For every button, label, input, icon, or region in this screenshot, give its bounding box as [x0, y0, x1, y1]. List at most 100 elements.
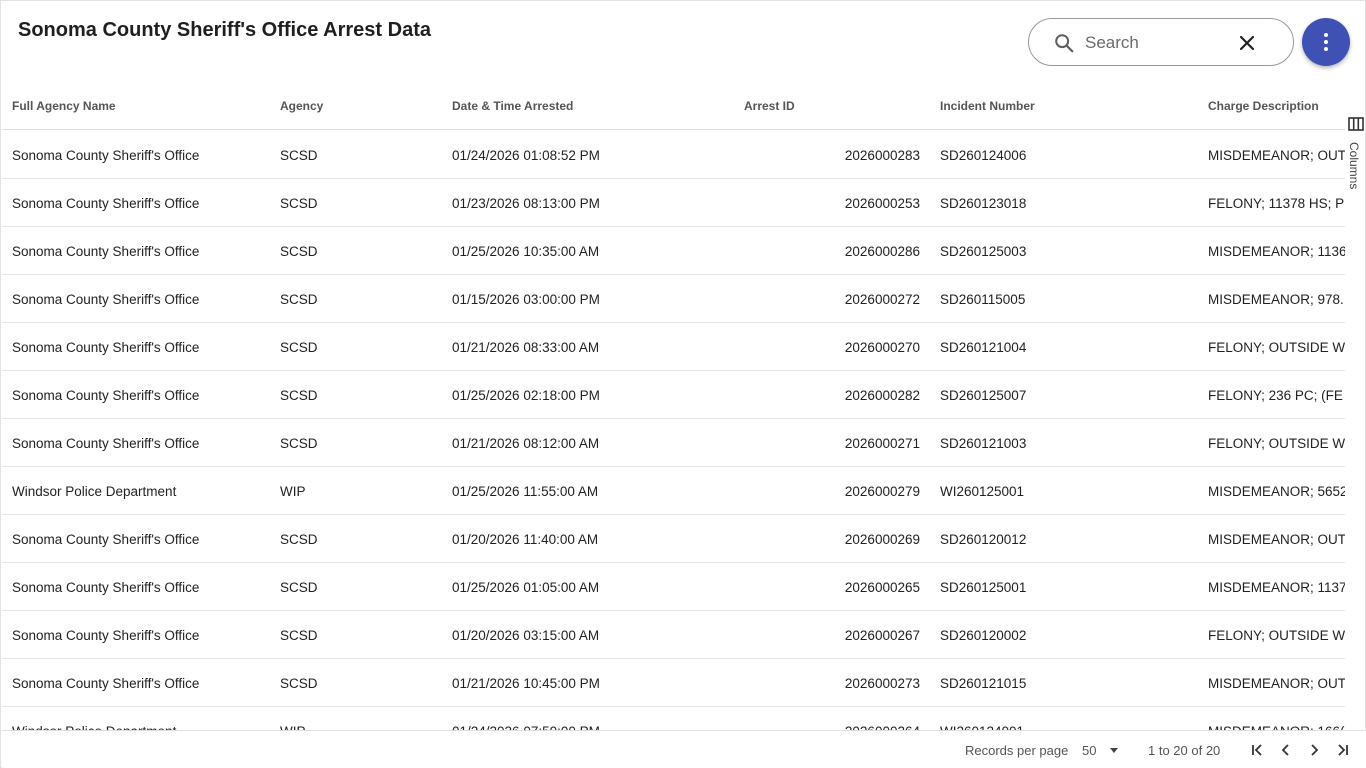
- cell-full-agency-name: Sonoma County Sheriff's Office: [12, 580, 200, 595]
- table-row[interactable]: Sonoma County Sheriff's Office SCSD 01/24/…: [2, 131, 1345, 179]
- search-input[interactable]: [1085, 31, 1225, 55]
- cell-incident-number: SD260123018: [940, 196, 1027, 211]
- cell-agency: SCSD: [280, 676, 318, 691]
- cell-charge-description: FELONY; 11378 HS; P: [1208, 196, 1345, 211]
- cell-arrest-id: 2026000273: [844, 676, 920, 691]
- column-header-charge-description[interactable]: Charge Description: [1208, 99, 1319, 113]
- cell-date-time-arrested: 01/21/2026 08:12:00 AM: [452, 436, 600, 451]
- cell-arrest-id: 2026000271: [844, 436, 920, 451]
- cell-arrest-id: 2026000282: [844, 388, 920, 403]
- cell-agency: SCSD: [280, 292, 318, 307]
- column-header-arrest-id[interactable]: Arrest ID: [744, 99, 795, 113]
- cell-date-time-arrested: 01/24/2026 01:08:52 PM: [452, 148, 600, 163]
- table-row[interactable]: Sonoma County Sheriff's Office SCSD 01/23/…: [2, 179, 1345, 227]
- column-header-incident-number[interactable]: Incident Number: [940, 99, 1035, 113]
- table-row[interactable]: Sonoma County Sheriff's Office SCSD 01/21/…: [2, 323, 1345, 371]
- cell-date-time-arrested: 01/15/2026 03:00:00 PM: [452, 292, 600, 307]
- first-page-icon[interactable]: [1249, 741, 1267, 759]
- page-title: Sonoma County Sheriff's Office Arrest Da…: [18, 19, 431, 41]
- cell-agency: SCSD: [280, 148, 318, 163]
- cell-date-time-arrested: 01/20/2026 11:40:00 AM: [452, 532, 599, 547]
- cell-charge-description: MISDEMEANOR; 1136: [1208, 244, 1345, 259]
- more-vert-icon-dot: [1324, 47, 1328, 51]
- cell-charge-description: FELONY; OUTSIDE W: [1208, 436, 1345, 451]
- cell-full-agency-name: Sonoma County Sheriff's Office: [12, 436, 200, 451]
- cell-full-agency-name: Sonoma County Sheriff's Office: [12, 244, 200, 259]
- cell-incident-number: SD260125003: [940, 244, 1027, 259]
- last-page-icon[interactable]: [1333, 741, 1351, 759]
- table-row[interactable]: Windsor Police DepartmentWIP01/24/2026 0…: [2, 707, 1345, 730]
- cell-agency: SCSD: [280, 388, 318, 403]
- cell-full-agency-name: Sonoma County Sheriff's Office: [12, 196, 200, 211]
- records-per-page-value: 50: [1082, 743, 1097, 758]
- cell-agency: SCSD: [280, 580, 318, 595]
- columns-panel-toggle[interactable]: Columns: [1345, 114, 1366, 204]
- cell-full-agency-name: Sonoma County Sheriff's Office: [12, 628, 200, 643]
- cell-full-agency-name: Windsor Police Department: [12, 484, 177, 499]
- table-row[interactable]: Windsor Police Department WIP 01/25/2026 1…: [2, 467, 1345, 515]
- clear-search-icon[interactable]: [1235, 31, 1259, 55]
- cell-charge-description: MISDEMEANOR; 978.: [1208, 292, 1344, 307]
- cell-arrest-id: 2026000283: [844, 148, 920, 163]
- cell-arrest-id: 2026000267: [844, 628, 920, 643]
- cell-charge-description: MISDEMEANOR; 1137: [1208, 580, 1345, 595]
- cell-date-time-arrested: 01/25/2026 01:05:00 AM: [452, 580, 600, 595]
- cell-agency: SCSD: [280, 244, 318, 259]
- cell-date-time-arrested: 01/21/2026 10:45:00 PM: [452, 676, 600, 691]
- table-row[interactable]: Sonoma County Sheriff's Office SCSD 01/20/…: [2, 515, 1345, 563]
- cell-agency: SCSD: [280, 628, 318, 643]
- cell-charge-description: MISDEMEANOR; OUT: [1208, 676, 1345, 691]
- previous-page-icon[interactable]: [1277, 741, 1295, 759]
- cell-full-agency-name: Sonoma County Sheriff's Office: [12, 292, 200, 307]
- cell-arrest-id: 2026000279: [844, 484, 920, 499]
- cell-agency: SCSD: [280, 436, 318, 451]
- table-row[interactable]: Sonoma County Sheriff's Office SCSD 01/25/…: [2, 371, 1345, 419]
- cell-arrest-id: 2026000286: [844, 244, 920, 259]
- cell-full-agency-name: Sonoma County Sheriff's Office: [12, 388, 200, 403]
- cell-incident-number: SD260115005: [940, 292, 1026, 307]
- columns-panel-label: Columns: [1347, 142, 1361, 190]
- records-per-page-select[interactable]: 50: [1082, 742, 1122, 760]
- table-row[interactable]: Sonoma County Sheriff's Office SCSD 01/25/…: [2, 563, 1345, 611]
- more-vert-icon: [1324, 33, 1328, 37]
- column-header-date-time-arrested[interactable]: Date & Time Arrested: [452, 99, 573, 113]
- cell-incident-number: SD260120002: [940, 628, 1027, 643]
- column-header-agency[interactable]: Agency: [280, 99, 323, 113]
- cell-charge-description: FELONY; OUTSIDE W: [1208, 340, 1345, 355]
- cell-full-agency-name: Sonoma County Sheriff's Office: [12, 532, 200, 547]
- cell-date-time-arrested: 01/25/2026 02:18:00 PM: [452, 388, 600, 403]
- cell-arrest-id: 2026000265: [844, 580, 920, 595]
- cell-incident-number: SD260125007: [940, 388, 1027, 403]
- cell-charge-description: FELONY; OUTSIDE W: [1208, 628, 1345, 643]
- cell-agency: SCSD: [280, 532, 318, 547]
- table-row[interactable]: Sonoma County Sheriff's Office SCSD 01/21/…: [2, 419, 1345, 467]
- cell-full-agency-name: Sonoma County Sheriff's Office: [12, 676, 200, 691]
- cell-incident-number: SD260121004: [940, 340, 1027, 355]
- next-page-icon[interactable]: [1305, 741, 1323, 759]
- cell-incident-number: WI260125001: [940, 484, 1025, 499]
- cell-arrest-id: 2026000269: [844, 532, 920, 547]
- table-row[interactable]: Sonoma County Sheriff's Office SCSD 01/15/…: [2, 275, 1345, 323]
- cell-date-time-arrested: 01/21/2026 08:33:00 AM: [452, 340, 600, 355]
- cell-arrest-id: 2026000272: [844, 292, 920, 307]
- cell-charge-description: FELONY; 236 PC; (FE: [1208, 388, 1343, 403]
- column-header-full-agency-name[interactable]: Full Agency Name: [12, 99, 116, 113]
- more-options-button[interactable]: [1302, 18, 1350, 66]
- cell-arrest-id: 2026000253: [844, 196, 920, 211]
- cell-date-time-arrested: 01/23/2026 08:13:00 PM: [452, 196, 600, 211]
- table-row[interactable]: Sonoma County Sheriff's Office SCSD 01/25/…: [2, 227, 1345, 275]
- cell-charge-description: MISDEMEANOR; OUT: [1208, 148, 1345, 163]
- more-vert-icon-dot: [1324, 40, 1328, 44]
- cell-incident-number: SD260121015: [940, 676, 1027, 691]
- cell-incident-number: SD260120012: [940, 532, 1027, 547]
- cell-agency: WIP: [280, 484, 306, 499]
- search-box: [1028, 18, 1294, 66]
- cell-date-time-arrested: 01/25/2026 11:55:00 AM: [452, 484, 599, 499]
- cell-date-time-arrested: 01/20/2026 03:15:00 AM: [452, 628, 600, 643]
- columns-icon: [1348, 117, 1364, 131]
- table-row[interactable]: Sonoma County Sheriff's Office SCSD 01/20/…: [2, 611, 1345, 659]
- table-row[interactable]: Sonoma County Sheriff's Office SCSD 01/21/…: [2, 659, 1345, 707]
- pagination-range: 1 to 20 of 20: [1148, 743, 1221, 758]
- data-grid: Full Agency Name Agency Date & Time Arre…: [2, 82, 1345, 730]
- cell-charge-description: MISDEMEANOR; 5652: [1208, 484, 1345, 499]
